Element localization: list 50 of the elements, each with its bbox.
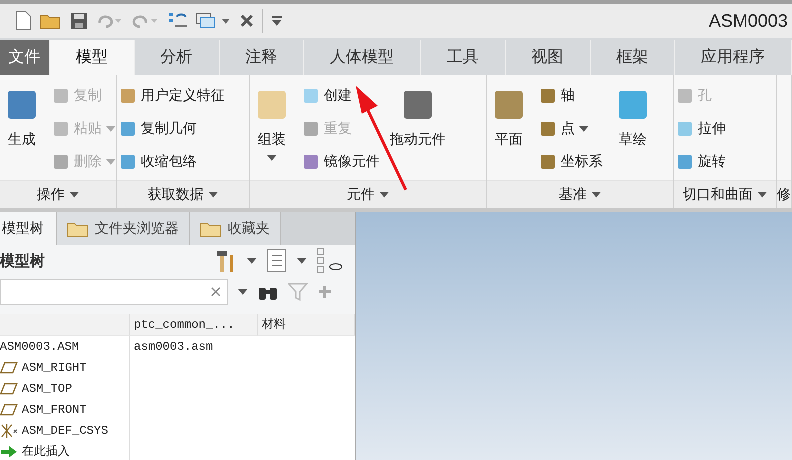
caret-icon[interactable] <box>247 258 257 264</box>
panel-tab[interactable]: 收藏夹 <box>190 212 281 246</box>
ribbon-button[interactable]: 旋转 <box>676 147 726 176</box>
ribbon-button[interactable]: 收缩包络 <box>119 147 225 176</box>
ribbon-button[interactable]: 草绘 <box>613 81 653 149</box>
ribbon-button[interactable]: 拖动元件 <box>390 81 446 149</box>
column-header[interactable]: 材料 <box>258 314 355 336</box>
ribbon-button[interactable]: 创建 <box>302 81 380 110</box>
group-label[interactable]: 基准 <box>487 180 673 208</box>
group-label[interactable]: 切口和曲面 <box>674 180 776 208</box>
group-label[interactable]: 修 <box>777 180 791 208</box>
tree-eye-icon[interactable] <box>317 248 343 274</box>
tree-item[interactable]: ASM0003.ASM <box>0 340 80 354</box>
column-header[interactable]: ptc_common_... <box>130 314 258 336</box>
ribbon-button[interactable]: 拉伸 <box>676 114 726 143</box>
ribbon-button[interactable]: 平面 <box>489 81 529 149</box>
group-label[interactable]: 元件 <box>250 180 486 208</box>
tree-item[interactable]: ASM_DEF_CSYS <box>22 424 108 438</box>
tree-title: 模型树 <box>0 252 45 271</box>
ribbon-tab[interactable]: 模型 <box>50 40 135 75</box>
arrow-icon <box>0 446 18 458</box>
ribbon-button[interactable]: 用户定义特征 <box>119 81 225 110</box>
ribbon-button[interactable]: 组装 <box>252 81 292 161</box>
panel-tab[interactable]: 文件夹浏览器 <box>57 212 190 246</box>
tree-item[interactable]: ASM_RIGHT <box>22 360 87 374</box>
table-cell: asm0003.asm <box>134 340 214 354</box>
ribbon-button[interactable]: 生成 <box>2 81 42 149</box>
save-icon[interactable] <box>70 12 88 30</box>
customize-caret-icon[interactable] <box>271 16 283 26</box>
tree-item[interactable]: 在此插入 <box>22 443 70 460</box>
panel-tab[interactable]: 模型树 <box>0 212 57 246</box>
clear-icon[interactable] <box>211 286 221 297</box>
group-label[interactable]: 操作 <box>0 180 116 208</box>
tree-item[interactable]: ASM_FRONT <box>22 402 87 416</box>
group-label[interactable]: 获取数据 <box>117 180 249 208</box>
list-document-icon[interactable] <box>267 249 287 274</box>
window-title: ASM0003 <box>708 10 788 32</box>
ribbon-tab[interactable]: 文件 <box>0 40 50 75</box>
ribbon-button[interactable]: 坐标系 <box>539 147 603 176</box>
search-field[interactable] <box>0 278 228 305</box>
ribbon-button[interactable]: 镜像元件 <box>302 147 380 176</box>
new-file-icon[interactable] <box>16 11 32 31</box>
windows-icon[interactable] <box>196 12 232 30</box>
ribbon-button[interactable]: 复制几何 <box>119 114 225 143</box>
ribbon-button[interactable]: 轴 <box>539 81 603 110</box>
caret-icon[interactable] <box>297 258 307 264</box>
tree-item[interactable]: ASM_TOP <box>22 382 72 396</box>
caret-icon[interactable] <box>238 288 248 295</box>
ribbon-button[interactable]: 点 <box>539 114 603 143</box>
close-icon[interactable] <box>240 14 254 28</box>
